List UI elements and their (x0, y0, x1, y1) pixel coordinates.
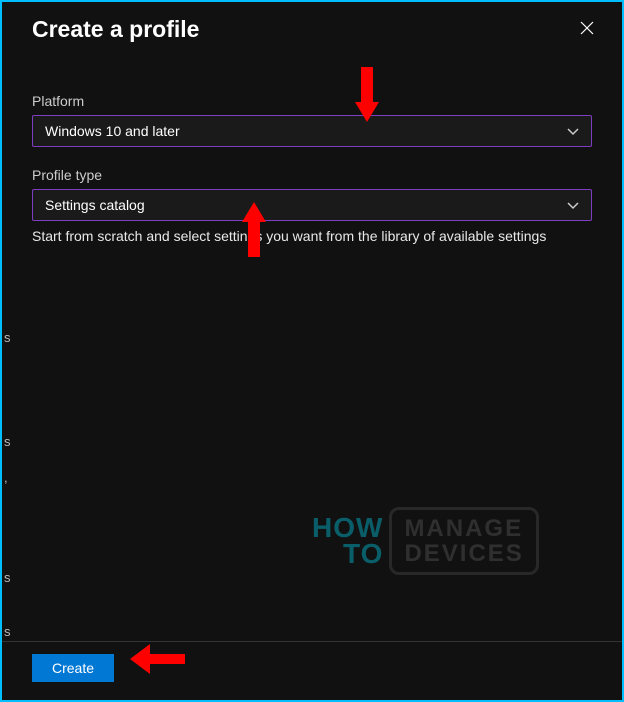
edge-artifact: s (4, 624, 11, 639)
watermark-right: MANAGE DEVICES (389, 507, 538, 575)
edge-artifact: s (4, 570, 11, 585)
watermark-how: HOW (312, 515, 383, 542)
platform-label: Platform (32, 93, 592, 109)
profile-type-label: Profile type (32, 167, 592, 183)
watermark-to: TO (343, 541, 383, 568)
watermark-devices: DEVICES (404, 541, 523, 566)
profile-type-field-group: Profile type Settings catalog Start from… (32, 167, 592, 247)
edge-artifact: s (4, 330, 11, 345)
chevron-down-icon (567, 123, 579, 139)
watermark: HOW TO MANAGE DEVICES (312, 507, 539, 575)
platform-value: Windows 10 and later (45, 123, 180, 139)
panel-footer: Create (2, 641, 622, 700)
panel-title: Create a profile (32, 16, 199, 43)
edge-artifact: s (4, 434, 11, 449)
profile-type-value: Settings catalog (45, 197, 145, 213)
platform-select[interactable]: Windows 10 and later (32, 115, 592, 147)
platform-field-group: Platform Windows 10 and later (32, 93, 592, 147)
panel-header: Create a profile (2, 2, 622, 43)
create-profile-panel: Create a profile Platform Windows 10 and… (2, 2, 622, 700)
watermark-manage: MANAGE (404, 516, 523, 541)
profile-type-description: Start from scratch and select settings y… (32, 227, 592, 247)
watermark-left: HOW TO (312, 515, 383, 568)
chevron-down-icon (567, 197, 579, 213)
profile-type-select[interactable]: Settings catalog (32, 189, 592, 221)
create-button[interactable]: Create (32, 654, 114, 682)
close-icon (580, 21, 594, 35)
close-button[interactable] (572, 16, 602, 42)
edge-artifact: , (4, 470, 8, 485)
